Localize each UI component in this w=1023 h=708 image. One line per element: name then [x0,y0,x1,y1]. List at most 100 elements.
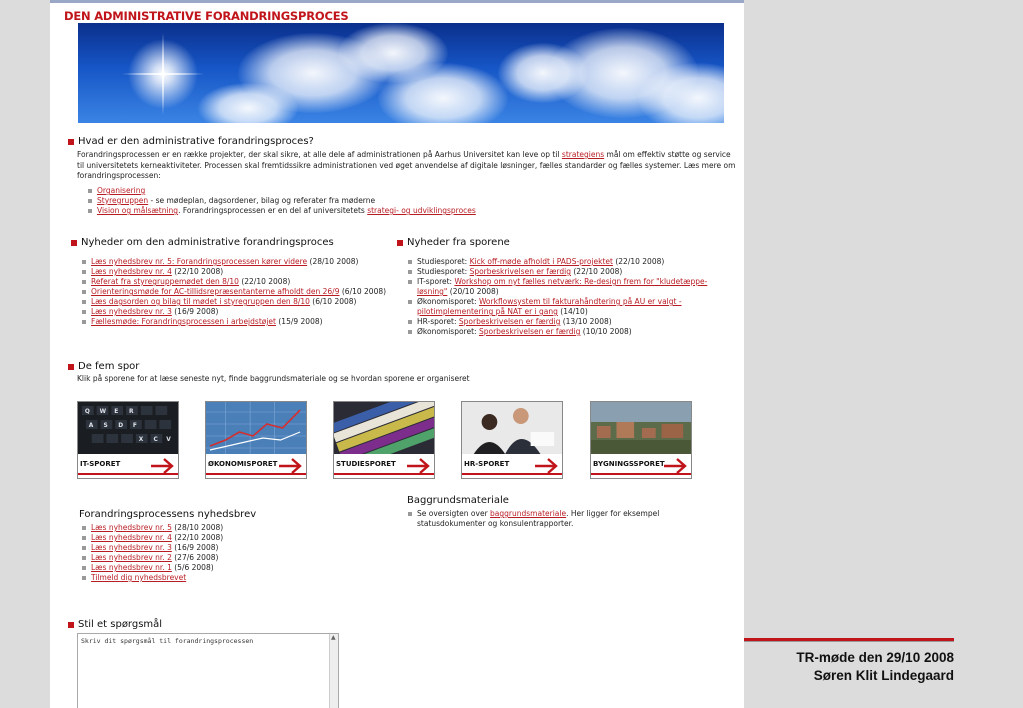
arrow-right-icon [664,458,687,474]
newsletter-list: Læs nyhedsbrev nr. 5 (28/10 2008) Læs ny… [81,523,381,583]
news-admin-heading: Nyheder om den administrative forandring… [71,237,334,248]
newsletter-link[interactable]: Læs nyhedsbrev nr. 5 [91,523,172,532]
list-item: Organisering [87,186,727,196]
news-link[interactable]: Læs nyhedsbrev nr. 5: Forandringsprocess… [91,257,307,266]
newsletter-date: (16/9 2008) [171,543,219,552]
list-item: IT-sporet: Workshop om nyt fælles netvær… [407,277,712,297]
intro-heading-text: Hvad er den administrative forandringspr… [78,136,314,147]
newsletter-heading: Forandringsprocessens nyhedsbrev [79,509,256,520]
svg-text:R: R [129,408,134,415]
list-item: Vision og målsætning. Forandringsprocess… [87,206,727,216]
news-admin-heading-text: Nyheder om den administrative forandring… [81,237,334,248]
list-item: Økonomisporet: Workflowsystem til faktur… [407,297,712,317]
tile-hr-sporet[interactable]: HR-SPORET [461,401,563,479]
people-image [462,402,562,454]
question-heading-text: Stil et spørgsmål [78,619,163,630]
background-material-link[interactable]: baggrundsmateriale [490,509,566,518]
list-item: Læs nyhedsbrev nr. 5: Forandringsprocess… [81,257,396,267]
list-item: Studiesporet: Sporbeskrivelsen er færdig… [407,267,712,277]
spor-prefix: Studiesporet: [417,257,470,266]
news-date: (22/10 2008) [238,277,291,286]
vision-link[interactable]: Vision og målsætning [97,206,178,215]
news-link[interactable]: Kick off-møde afholdt i PADS-projektet [470,257,613,266]
spor-prefix: HR-sporet: [417,317,459,326]
list-item: HR-sporet: Sporbeskrivelsen er færdig (1… [407,317,712,327]
news-date: (20/10 2008) [447,287,499,296]
svg-text:Q: Q [85,408,90,415]
question-textarea[interactable]: Skriv dit spørgsmål til forandringsproce… [77,633,339,708]
news-link[interactable]: Fællesmøde: Forandringsprocessen i arbej… [91,317,276,326]
footer-meeting-date: TR-møde den 29/10 2008 [796,650,954,665]
tile-bygningssporet[interactable]: BYGNINGSSPORET [590,401,692,479]
news-spor-heading: Nyheder fra sporene [397,237,510,248]
list-item: Tilmeld dig nyhedsbrevet [81,573,381,583]
arrow-right-icon [151,458,174,474]
background-list: Se oversigten over baggrundsmateriale. H… [407,509,697,529]
list-item: Fællesmøde: Forandringsprocessen i arbej… [81,317,396,327]
strategy-process-link[interactable]: strategi- og udviklingsproces [367,206,476,215]
intro-links-list: Organisering Styregruppen - se mødeplan,… [87,186,727,216]
news-link[interactable]: Sporbeskrivelsen er færdig [459,317,560,326]
news-date: (28/10 2008) [307,257,359,266]
tile-label: STUDIESPORET [336,460,396,468]
footer-grey-line [744,641,954,642]
list-item: Læs nyhedsbrev nr. 3 (16/9 2008) [81,543,381,553]
tile-studiesporet[interactable]: STUDIESPORET [333,401,435,479]
background-heading: Baggrundsmateriale [407,495,509,506]
newsletter-date: (28/10 2008) [171,523,224,532]
tile-label: BYGNINGSSPORET [593,460,665,468]
textarea-scrollbar[interactable] [329,634,338,708]
buildings-image [591,402,691,454]
svg-text:W: W [100,408,107,415]
news-link[interactable]: Læs nyhedsbrev nr. 4 [91,267,172,276]
books-image [334,402,434,454]
svg-text:F: F [133,422,137,429]
svg-text:A: A [89,422,94,429]
red-square-bullet-icon [68,621,74,628]
spor-prefix: Studiesporet: [417,267,470,276]
spor-prefix: Økonomisporet: [417,327,479,336]
news-link[interactable]: Referat fra styregruppemødet den 8/10 [91,277,239,286]
tile-label: HR-SPORET [464,460,510,468]
strategy-link[interactable]: strategiens [562,150,604,159]
organisering-link[interactable]: Organisering [97,186,145,195]
tile-underline [78,473,178,475]
spor-tiles: QWER ASDF XCV IT-SPORET ØKONOMISPORET ST… [77,401,697,481]
newsletter-link[interactable]: Læs nyhedsbrev nr. 3 [91,543,172,552]
news-link[interactable]: Orienteringsmøde for AC-tillidsrepræsent… [91,287,340,296]
news-link[interactable]: Sporbeskrivelsen er færdig [470,267,571,276]
newsletter-link[interactable]: Læs nyhedsbrev nr. 2 [91,553,172,562]
tile-it-sporet[interactable]: Q WE R A S D F X C V IT-SPORET [77,401,179,479]
newsletter-link[interactable]: Læs nyhedsbrev nr. 1 [91,563,172,572]
news-spor-list: Studiesporet: Kick off-møde afholdt i PA… [407,257,712,337]
news-date: (22/10 2008) [571,267,623,276]
footer-presenter-name: Søren Klit Lindegaard [813,668,954,683]
subscribe-link[interactable]: Tilmeld dig nyhedsbrevet [91,573,186,582]
web-page: DEN ADMINISTRATIVE FORANDRINGSPROCES Hva… [50,0,744,708]
spor-heading: De fem spor [68,361,139,372]
spor-subtitle: Klik på sporene for at læse seneste nyt,… [77,374,470,383]
styregruppen-link[interactable]: Styregruppen [97,196,148,205]
svg-text:X: X [139,436,144,443]
question-heading: Stil et spørgsmål [68,619,162,630]
newsletter-link[interactable]: Læs nyhedsbrev nr. 4 [91,533,172,542]
arrow-right-icon [279,458,302,474]
footer-text: TR-møde den 29/10 2008 Søren Klit Lindeg… [796,649,954,685]
tile-underline [334,473,434,475]
red-square-bullet-icon [68,138,74,145]
tile-okonomisporet[interactable]: ØKONOMISPORET [205,401,307,479]
page-title: DEN ADMINISTRATIVE FORANDRINGSPROCES [64,9,349,23]
news-date: (16/9 2008) [171,307,219,316]
tile-underline [591,473,691,475]
financial-chart-image [206,402,306,454]
arrow-right-icon [407,458,430,474]
tile-label: ØKONOMISPORET [208,460,278,468]
news-link[interactable]: Læs nyhedsbrev nr. 3 [91,307,172,316]
background-heading-text: Baggrundsmateriale [407,495,509,506]
news-link[interactable]: Sporbeskrivelsen er færdig [479,327,580,336]
news-link[interactable]: Læs dagsorden og bilag til mødet i styre… [91,297,310,306]
newsletter-date: (27/6 2008) [171,553,219,562]
list-item: Læs nyhedsbrev nr. 4 (22/10 2008) [81,267,396,277]
news-date: (22/10 2008) [171,267,224,276]
news-admin-list: Læs nyhedsbrev nr. 5: Forandringsprocess… [81,257,396,327]
